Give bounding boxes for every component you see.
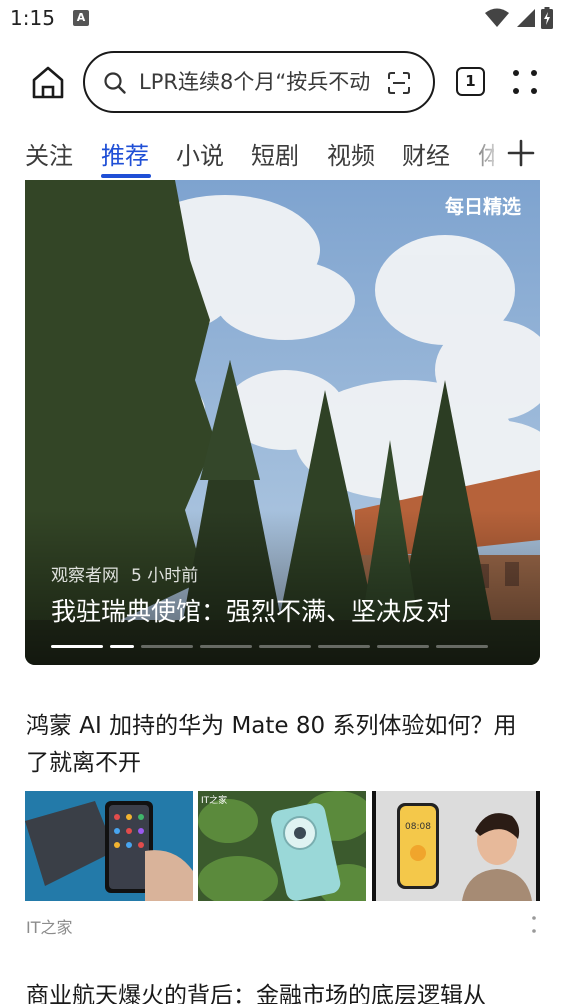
svg-text:08:08: 08:08	[405, 822, 431, 832]
tab-follow[interactable]: 关注	[25, 136, 73, 171]
active-tab-indicator	[101, 174, 151, 178]
tab-finance[interactable]: 财经	[402, 136, 450, 171]
carousel-dot[interactable]	[318, 645, 370, 648]
carousel-dot[interactable]	[436, 645, 488, 648]
article-thumbnails[interactable]: IT之家 08:08	[25, 791, 540, 901]
status-time: 1:15	[10, 6, 55, 30]
carousel-dot[interactable]	[141, 645, 193, 648]
text-a-icon: A	[73, 10, 89, 26]
carousel-indicator	[51, 645, 488, 648]
hero-source: 观察者网	[51, 566, 119, 586]
article-title[interactable]: 鸿蒙 AI 加持的华为 Mate 80 系列体验如何？用了就离不开	[26, 708, 536, 782]
search-input[interactable]	[139, 66, 369, 98]
hero-shade	[25, 510, 540, 665]
hero-carousel[interactable]: 每日精选 观察者网 5 小时前 我驻瑞典使馆：强烈不满、坚决反对	[25, 180, 540, 665]
search-box[interactable]	[83, 51, 435, 113]
thumbnail-phone-back: IT之家	[198, 791, 366, 901]
carousel-dot[interactable]	[200, 645, 252, 648]
thumbnail-presenter: 08:08	[372, 791, 540, 901]
hero-title[interactable]: 我驻瑞典使馆：强烈不满、坚决反对	[51, 592, 451, 628]
thumbnail-watermark: IT之家	[201, 796, 228, 806]
tab-recommend[interactable]: 推荐	[101, 136, 149, 171]
tab-count-button[interactable]: 1	[456, 67, 485, 96]
plus-icon[interactable]	[506, 138, 536, 168]
thumbnail-phone-hand	[25, 791, 193, 901]
carousel-dot[interactable]	[51, 645, 103, 648]
article-source: IT之家	[26, 918, 73, 937]
battery-charging-icon	[541, 7, 553, 29]
carousel-dot[interactable]	[377, 645, 429, 648]
more-dots-icon	[513, 70, 537, 94]
brand-mark: 每日精选	[445, 196, 522, 218]
carousel-dot[interactable]	[259, 645, 311, 648]
status-bar: 1:15 A	[0, 0, 565, 40]
hero-time: 5 小时前	[131, 566, 199, 586]
tab-video[interactable]: 视频	[327, 136, 375, 171]
wifi-icon	[485, 8, 509, 27]
tabs-fade	[470, 130, 506, 176]
search-icon	[104, 72, 126, 94]
status-icons	[485, 7, 553, 29]
more-vertical-icon[interactable]	[528, 914, 540, 936]
carousel-dot[interactable]	[110, 645, 134, 648]
tab-novel[interactable]: 小说	[176, 136, 224, 171]
article-title[interactable]: 商业航天爆火的背后：金融市场的底层逻辑从	[26, 978, 536, 1004]
home-icon	[32, 66, 64, 99]
hero-meta: 观察者网 5 小时前	[51, 561, 198, 586]
scan-icon[interactable]	[387, 71, 411, 95]
tab-short-drama[interactable]: 短剧	[251, 136, 299, 171]
cell-signal-icon	[517, 9, 535, 27]
channel-tabs: 关注 推荐 小说 短剧 视频 财经 体育	[0, 130, 565, 178]
more-button[interactable]	[509, 66, 541, 98]
home-button[interactable]	[28, 64, 68, 100]
